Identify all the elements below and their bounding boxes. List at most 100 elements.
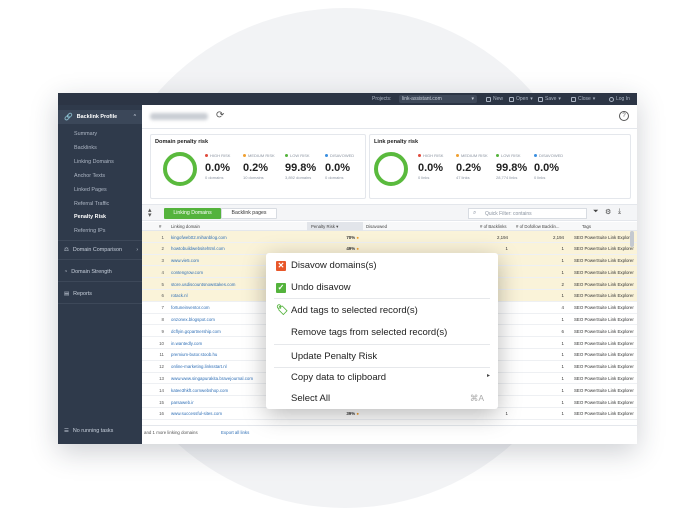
tags-cell: SEO PowerSuite Link Explorer bbox=[574, 305, 634, 311]
menu-item-undo-disavow[interactable]: ✓ Undo disavow bbox=[266, 277, 498, 297]
sidebar-item-linking-domains[interactable]: Linking Domains bbox=[74, 159, 114, 165]
task-status[interactable]: ☰ No running tasks bbox=[64, 428, 113, 434]
filter-icon[interactable]: ⏷ bbox=[593, 208, 599, 216]
project-selector[interactable]: link-assistant.com ▾ bbox=[399, 95, 477, 103]
metric-medium-risk: MEDIUM RISK 0.2% 10 domains bbox=[243, 153, 275, 180]
penalty-risk-cell: 39% ● bbox=[346, 411, 359, 417]
table-row[interactable]: 1 kingofweb02.mihanblog.com 70% ● 2,194 2,19… bbox=[142, 231, 637, 243]
menu-separator bbox=[274, 344, 490, 345]
sidebar: 🔗 Backlink Profile ⌃ Summary Backlinks L… bbox=[58, 105, 142, 444]
col-disavowed[interactable]: Disavowed bbox=[366, 224, 387, 229]
tags-cell: SEO PowerSuite Link Explorer bbox=[574, 411, 634, 417]
col-num[interactable]: # bbox=[159, 224, 161, 229]
menu-item-select-all[interactable]: Select All ⌘A bbox=[266, 388, 498, 408]
context-menu: ✕ Disavow domains(s) ✓ Undo disavow 🏷 Ad… bbox=[266, 253, 498, 409]
medium-risk-dot: ● bbox=[355, 411, 359, 417]
tab-backlink-pages[interactable]: Backlink pages bbox=[221, 208, 277, 219]
row-number: 7 bbox=[161, 305, 164, 311]
row-number: 11 bbox=[159, 352, 164, 358]
sidebar-item-anchor-texts[interactable]: Anchor Texts bbox=[74, 173, 105, 179]
row-number: 14 bbox=[159, 387, 164, 393]
sidebar-section-reports[interactable]: ▤ Reports bbox=[64, 291, 138, 297]
metric-high-risk: HIGH RISK 0.0% 0 domains bbox=[205, 153, 231, 180]
sidebar-section-domain-strength[interactable]: ◔ Domain Strength bbox=[64, 269, 138, 275]
medium-risk-dot bbox=[243, 154, 246, 157]
sidebar-item-backlinks[interactable]: Backlinks bbox=[74, 145, 97, 151]
close-button[interactable]: Close ▾ bbox=[571, 96, 595, 102]
col-dofollow[interactable]: # of Dofollow Backlin... bbox=[516, 224, 559, 229]
sidebar-divider bbox=[58, 240, 142, 241]
save-button[interactable]: Save ▾ bbox=[538, 96, 561, 102]
url-bar: ⟳ ? bbox=[142, 105, 637, 129]
col-tags[interactable]: Tags bbox=[582, 224, 591, 229]
refresh-icon[interactable]: ⟳ bbox=[216, 110, 224, 121]
col-linking-domain[interactable]: Linking domain bbox=[171, 224, 200, 229]
search-icon: ⌕ bbox=[473, 210, 477, 216]
penalty-risk-cell: 49% ● bbox=[346, 246, 359, 252]
select-all-shortcut: ⌘A bbox=[469, 393, 484, 403]
dofollow-cell: 1 bbox=[561, 364, 564, 370]
medium-risk-dot bbox=[456, 154, 459, 157]
new-file-icon bbox=[486, 96, 491, 102]
sidebar-section-backlink-profile[interactable]: 🔗 Backlink Profile ⌃ bbox=[58, 110, 142, 124]
table-header: # Linking domain Penalty Risk ▾ Disavowe… bbox=[142, 222, 637, 231]
dofollow-cell: 1 bbox=[561, 340, 564, 346]
dofollow-cell: 1 bbox=[561, 246, 564, 252]
dofollow-cell: 1 bbox=[561, 399, 564, 405]
tags-cell: SEO PowerSuite Link Explorer bbox=[574, 293, 634, 299]
dofollow-cell: 1 bbox=[561, 258, 564, 264]
row-number: 2 bbox=[161, 246, 164, 252]
linking-domain-cell: kingofweb02.mihanblog.com bbox=[171, 234, 227, 240]
risk-donut-chart bbox=[163, 152, 197, 186]
sidebar-item-linked-pages[interactable]: Linked Pages bbox=[74, 187, 107, 193]
menu-item-copy-clipboard[interactable]: Copy data to clipboard ▸ bbox=[266, 367, 498, 387]
columns-settings-icon[interactable]: ⚙ bbox=[605, 208, 611, 216]
card-title: Link penalty risk bbox=[374, 139, 419, 145]
table-footer: and 1 more linking domains Export all li… bbox=[142, 425, 637, 444]
metric-disavowed: DISAVOWED 0.0% 0 domains bbox=[325, 153, 355, 180]
export-icon[interactable]: ⤓ bbox=[618, 208, 621, 216]
menu-item-remove-tags[interactable]: Remove tags from selected record(s) bbox=[266, 322, 498, 342]
table-toolbar: ▴ ▾ Linking Domains Backlink pages ⌕ Quic… bbox=[142, 204, 637, 221]
sidebar-item-referral-traffic[interactable]: Referral Traffic bbox=[74, 201, 109, 207]
col-penalty-risk[interactable]: Penalty Risk ▾ bbox=[307, 222, 363, 231]
risk-donut-chart bbox=[374, 152, 408, 186]
menu-item-update-penalty-risk[interactable]: Update Penalty Risk bbox=[266, 346, 498, 366]
compare-icon: ⚖ bbox=[64, 247, 69, 253]
table-row[interactable]: 16 www.successful-sites.com 39% ● 1 1 SEO Pow… bbox=[142, 408, 637, 420]
sidebar-divider bbox=[58, 259, 142, 260]
menu-item-disavow[interactable]: ✕ Disavow domains(s) bbox=[266, 255, 498, 275]
new-button[interactable]: New bbox=[486, 96, 503, 102]
backlinks-cell: 2,194 bbox=[497, 234, 508, 240]
tags-cell: SEO PowerSuite Link Explorer bbox=[574, 340, 634, 346]
sidebar-section-domain-comparison[interactable]: ⚖ Domain Comparison › bbox=[64, 247, 138, 253]
help-icon[interactable]: ? bbox=[619, 111, 629, 121]
login-button[interactable]: Log In bbox=[609, 96, 630, 102]
quick-filter-input[interactable]: ⌕ Quick Filter: contains bbox=[468, 208, 587, 219]
export-all-links-link[interactable]: Export all links bbox=[221, 430, 249, 435]
backlinks-cell: 1 bbox=[505, 411, 508, 417]
sidebar-divider bbox=[58, 303, 142, 304]
project-value: link-assistant.com bbox=[402, 96, 442, 102]
open-button[interactable]: Open ▾ bbox=[509, 96, 533, 102]
blurred-domain bbox=[150, 113, 208, 120]
col-backlinks[interactable]: # of Backlinks bbox=[480, 224, 507, 229]
link-penalty-card: Link penalty risk HIGH RISK 0.0% 0 links… bbox=[369, 134, 631, 199]
sidebar-item-referring-ips[interactable]: Referring IPs bbox=[74, 228, 105, 234]
sidebar-item-summary[interactable]: Summary bbox=[74, 131, 97, 137]
scrollbar[interactable] bbox=[630, 231, 634, 247]
tab-linking-domains[interactable]: Linking Domains bbox=[164, 208, 221, 219]
domain-penalty-card: Domain penalty risk HIGH RISK 0.0% 0 dom… bbox=[150, 134, 366, 199]
metric-medium-risk: MEDIUM RISK 0.2% 47 links bbox=[456, 153, 488, 180]
row-number: 8 bbox=[161, 317, 164, 323]
link-icon: 🔗 bbox=[64, 114, 73, 121]
metric-low-risk: LOW RISK 99.8% 3,892 domains bbox=[285, 153, 317, 180]
high-risk-dot bbox=[418, 154, 421, 157]
row-number: 13 bbox=[159, 376, 164, 382]
menu-item-add-tags[interactable]: 🏷 Add tags to selected record(s) bbox=[266, 300, 498, 320]
dofollow-cell: 1 bbox=[561, 376, 564, 382]
sort-icon[interactable]: ▴ ▾ bbox=[148, 207, 152, 219]
save-icon bbox=[538, 96, 543, 102]
tags-cell: SEO PowerSuite Link Explorer bbox=[574, 317, 634, 323]
sidebar-item-penalty-risk[interactable]: Penalty Risk bbox=[74, 214, 106, 220]
